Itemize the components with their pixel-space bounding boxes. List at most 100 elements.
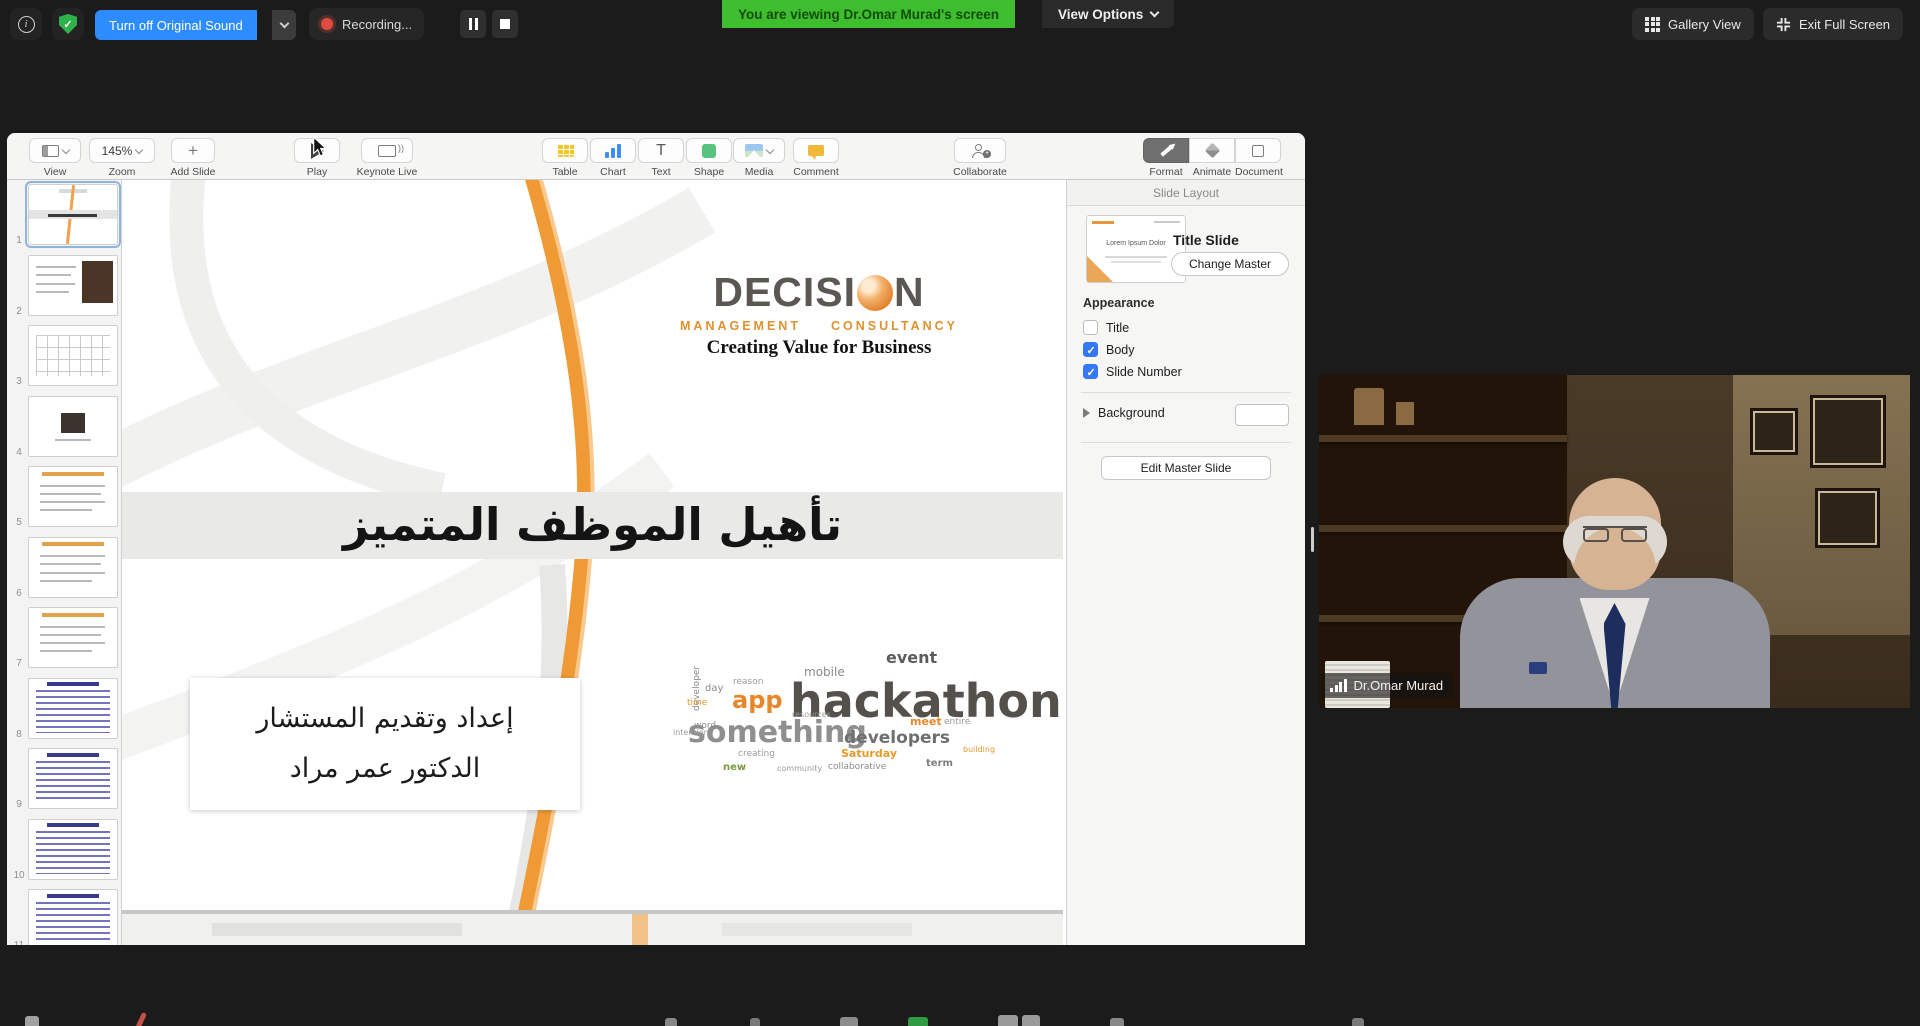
- keynote-live-button[interactable]: Keynote Live: [349, 138, 425, 178]
- glasses: [1583, 526, 1647, 542]
- picture-frame: [1815, 488, 1880, 548]
- slide-thumbnail-5[interactable]: 5: [7, 466, 122, 530]
- chart-icon: [605, 144, 621, 158]
- original-sound-label: Turn off Original Sound: [109, 18, 243, 33]
- mouse-cursor: [311, 136, 328, 158]
- wordcloud-word: collaborative: [828, 763, 886, 772]
- gallery-grid-icon: [1645, 17, 1660, 32]
- slide-thumbnail-10[interactable]: 10: [7, 819, 122, 883]
- view-button[interactable]: View: [29, 138, 81, 178]
- comment-button[interactable]: Comment: [787, 138, 845, 178]
- dock-icon[interactable]: [25, 1016, 39, 1026]
- viewing-banner: You are viewing Dr.Omar Murad's screen: [722, 0, 1015, 28]
- decision-logo[interactable]: DECISI N MANAGEMENT CONSULTANCY Creating…: [678, 272, 960, 359]
- document-icon: [1252, 145, 1264, 157]
- add-slide-button[interactable]: + Add Slide: [165, 138, 221, 178]
- video-panel-handle[interactable]: [1311, 527, 1314, 552]
- table-icon: [557, 144, 574, 157]
- wordcloud-word: term: [926, 759, 953, 769]
- dock-icon[interactable]: [750, 1018, 760, 1026]
- dock-icon[interactable]: [840, 1017, 858, 1026]
- slide-thumbnail-4[interactable]: 4: [7, 396, 122, 460]
- slide-thumbnail-1[interactable]: 1: [7, 184, 122, 248]
- document-tab[interactable]: [1235, 138, 1281, 163]
- pause-recording-button[interactable]: [460, 10, 486, 38]
- logo-subtext-left: MANAGEMENT: [680, 319, 801, 333]
- slide-thumbnail-2[interactable]: 2: [7, 255, 122, 319]
- slide-thumbnail-7[interactable]: 7: [7, 607, 122, 671]
- appearance-option-title[interactable]: Title: [1083, 320, 1129, 335]
- exit-fullscreen-button[interactable]: Exit Full Screen: [1763, 8, 1903, 40]
- original-sound-button[interactable]: Turn off Original Sound: [95, 10, 257, 40]
- dock-icon[interactable]: [665, 1018, 677, 1026]
- slide-number: 2: [13, 306, 25, 317]
- appearance-option-slide-number[interactable]: Slide Number: [1083, 364, 1182, 379]
- collaborate-button[interactable]: + Collaborate: [945, 138, 1015, 178]
- logo-tagline: Creating Value for Business: [678, 337, 960, 359]
- stop-recording-button[interactable]: [492, 10, 518, 38]
- animate-diamond-icon: [1204, 143, 1220, 159]
- info-icon: i: [18, 16, 35, 33]
- shape-button[interactable]: Shape: [683, 138, 735, 178]
- slide-number: 5: [13, 517, 25, 528]
- format-tab[interactable]: [1143, 138, 1189, 163]
- checkbox[interactable]: [1083, 320, 1098, 335]
- format-brush-icon: [1160, 145, 1173, 156]
- background-label: Background: [1098, 406, 1165, 420]
- slide-canvas: تأهيل الموظف المتميز DECISI N MANAGEMENT…: [122, 180, 1063, 945]
- connection-signal-icon: [1330, 679, 1347, 692]
- dock-icon[interactable]: [1110, 1018, 1124, 1026]
- zoom-control[interactable]: 145% Zoom: [89, 138, 155, 178]
- wordcloud-word: day: [705, 684, 723, 694]
- original-sound-dropdown[interactable]: [272, 10, 296, 40]
- participant-person: [1450, 468, 1780, 708]
- dock-icon[interactable]: [134, 1012, 147, 1026]
- slide-number: 11: [13, 940, 25, 945]
- text-button[interactable]: T Text: [635, 138, 687, 178]
- encryption-button[interactable]: ✓: [52, 8, 84, 40]
- participant-nametag: Dr.Omar Murad: [1322, 673, 1453, 698]
- dock-icon[interactable]: [908, 1017, 928, 1026]
- change-master-button[interactable]: Change Master: [1171, 252, 1289, 276]
- master-slide-thumbnail[interactable]: Lorem Ipsum Dolor: [1086, 215, 1186, 283]
- participant-video[interactable]: Dr.Omar Murad: [1319, 375, 1910, 708]
- background-row[interactable]: Background: [1083, 406, 1165, 420]
- wordcloud-word: app: [732, 688, 783, 712]
- dock-icon[interactable]: [998, 1015, 1018, 1026]
- screen: i ✓ Turn off Original Sound Recording...…: [0, 0, 1920, 1026]
- recording-indicator: Recording...: [309, 8, 424, 40]
- slide-thumbnail-3[interactable]: 3: [7, 325, 122, 389]
- format-inspector: Slide Layout Lorem Ipsum Dolor Title Sli…: [1066, 180, 1305, 945]
- appearance-option-body[interactable]: Body: [1083, 342, 1135, 357]
- checkbox[interactable]: [1083, 364, 1098, 379]
- disclosure-triangle-icon[interactable]: [1083, 408, 1090, 418]
- gallery-view-button[interactable]: Gallery View: [1632, 8, 1754, 40]
- slide-title[interactable]: تأهيل الموظف المتميز: [122, 498, 1063, 551]
- recording-label: Recording...: [342, 17, 412, 32]
- animate-tab[interactable]: [1189, 138, 1235, 163]
- wordcloud-word: Saturday: [841, 748, 897, 759]
- edit-master-slide-button[interactable]: Edit Master Slide: [1101, 456, 1271, 480]
- slide-thumbnail-9[interactable]: 9: [7, 748, 122, 812]
- comment-icon: [808, 145, 824, 156]
- slide-thumbnail-8[interactable]: 8: [7, 678, 122, 742]
- meeting-info-button[interactable]: i: [10, 8, 42, 40]
- pocket-square: [1529, 662, 1547, 674]
- background-color-well[interactable]: [1235, 404, 1289, 426]
- logo-text-left: DECISI: [713, 272, 856, 313]
- chart-button[interactable]: Chart: [587, 138, 639, 178]
- media-button[interactable]: Media: [731, 138, 787, 178]
- slide-navigator: 1234567891011: [7, 180, 122, 945]
- keynote-toolbar: View 145% Zoom + Add Slide Play Keynote …: [7, 133, 1305, 180]
- dock-icon[interactable]: [1352, 1018, 1364, 1026]
- view-options-button[interactable]: View Options: [1042, 0, 1174, 28]
- slide-thumbnail-11[interactable]: 11: [7, 889, 122, 945]
- slide-thumbnail-6[interactable]: 6: [7, 537, 122, 601]
- dock-icon[interactable]: [1022, 1015, 1040, 1026]
- subtitle-textbox[interactable]: إعداد وتقديم المستشار الدكتور عمر مراد: [190, 678, 580, 810]
- checkbox[interactable]: [1083, 342, 1098, 357]
- keynote-window: View 145% Zoom + Add Slide Play Keynote …: [7, 133, 1305, 945]
- table-button[interactable]: Table: [539, 138, 591, 178]
- inspector-header: Slide Layout: [1067, 180, 1305, 206]
- chevron-down-icon: [1150, 8, 1160, 18]
